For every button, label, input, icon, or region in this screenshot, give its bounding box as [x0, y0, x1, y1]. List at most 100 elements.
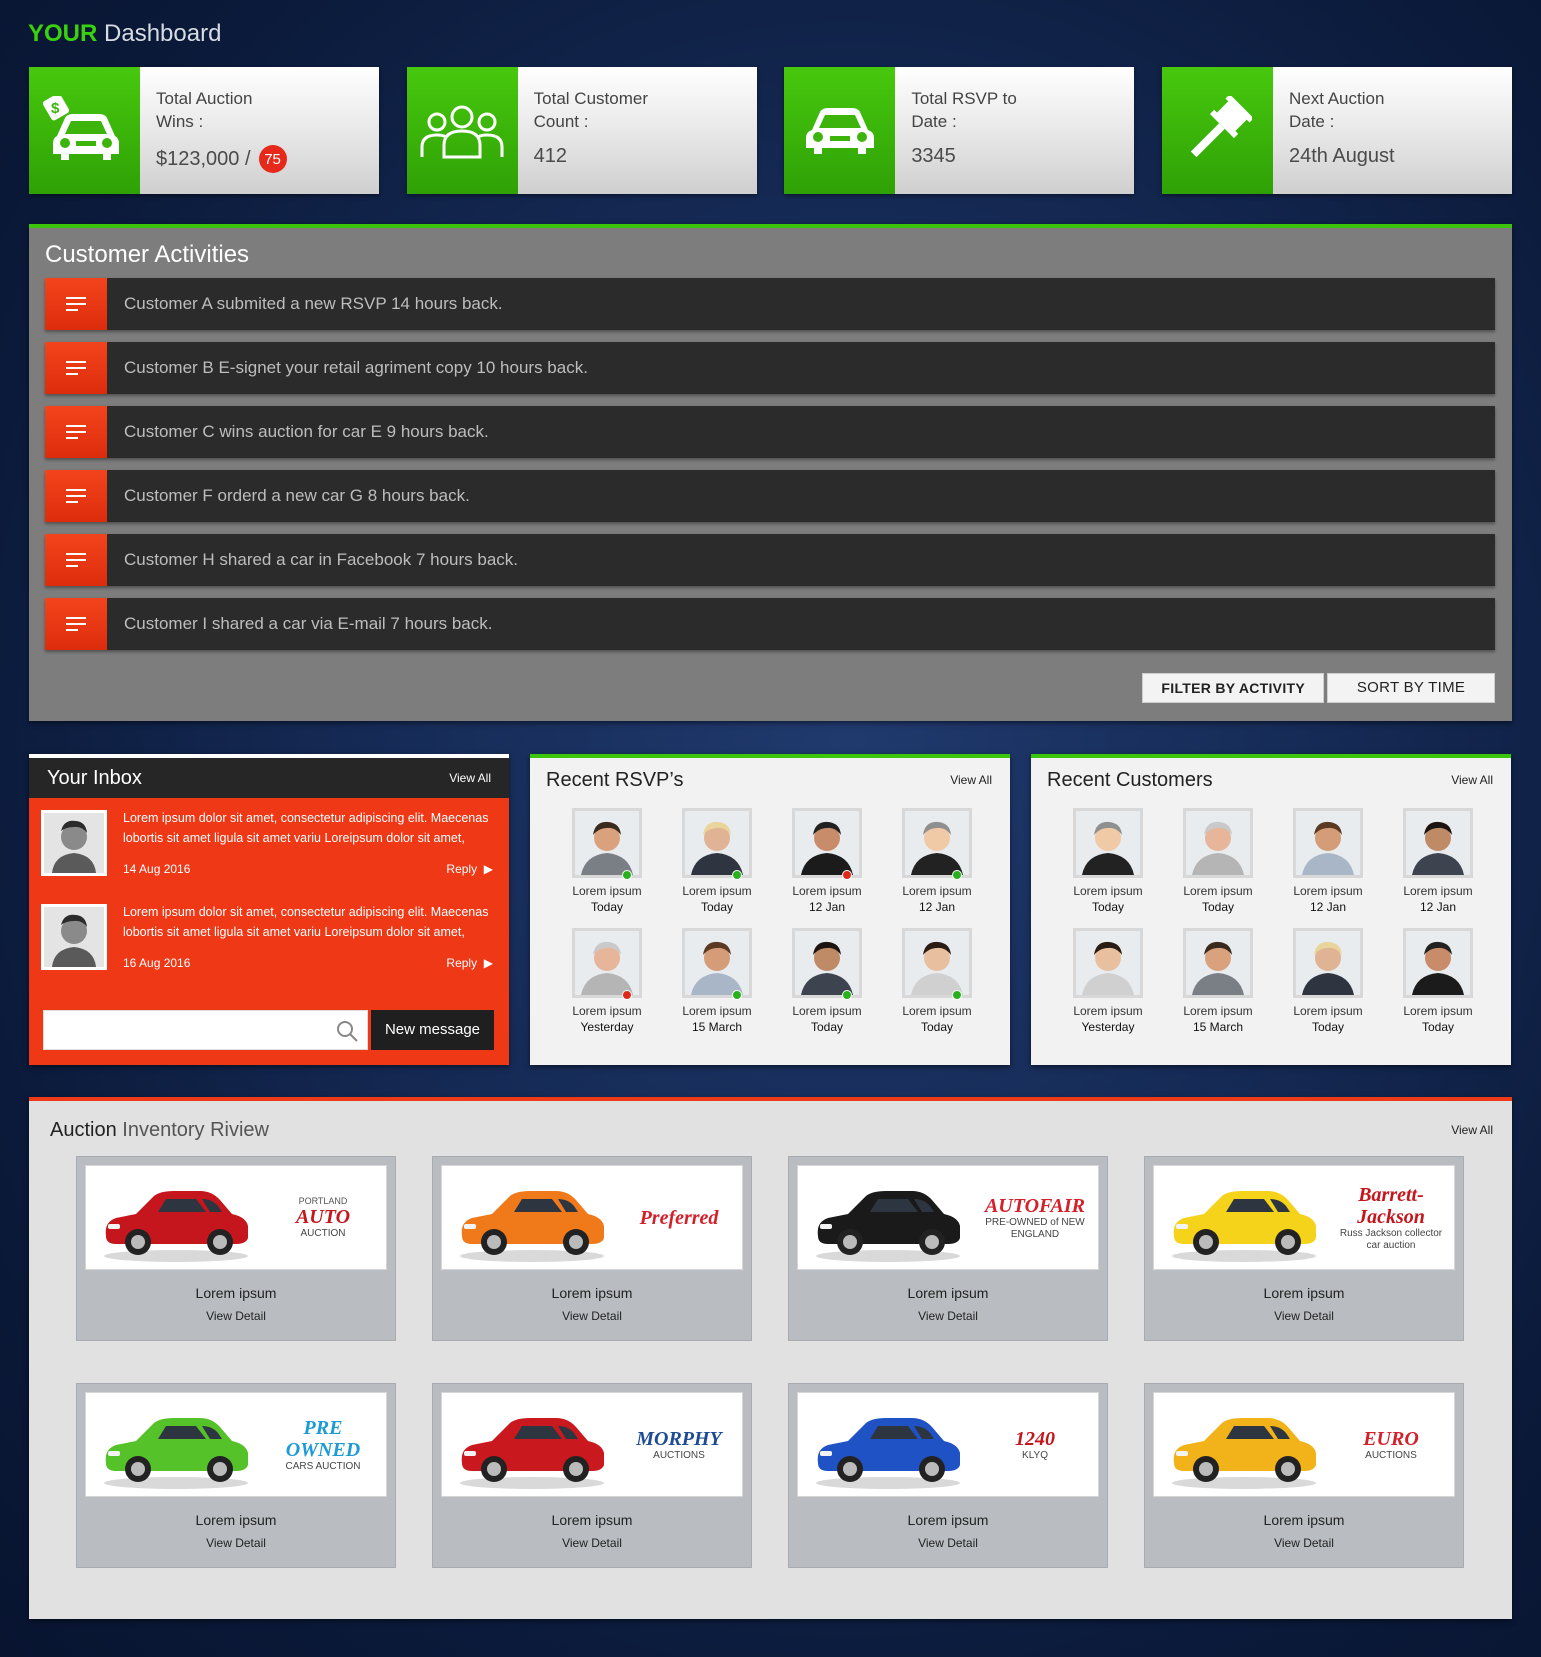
- person-card[interactable]: Lorem ipsum 15 March: [1163, 928, 1273, 1034]
- person-card[interactable]: Lorem ipsum 12 Jan: [1383, 808, 1493, 914]
- stat-card-customer-count[interactable]: Total Customer Count : 412: [406, 67, 757, 194]
- logo-line2: AUTO: [295, 1206, 351, 1228]
- activity-row[interactable]: Customer A submited a new RSVP 14 hours …: [45, 278, 1495, 330]
- inventory-card[interactable]: AUTOFAIR PRE-OWNED of NEW ENGLAND Lorem ip…: [788, 1156, 1108, 1341]
- person-card[interactable]: Lorem ipsum 12 Jan: [882, 808, 992, 914]
- view-detail-link[interactable]: View Detail: [1145, 1309, 1463, 1323]
- person-card[interactable]: Lorem ipsum Today: [1163, 808, 1273, 914]
- car-name: Lorem ipsum: [195, 1512, 277, 1528]
- view-all-link[interactable]: View All: [1451, 773, 1493, 787]
- status-dot: [952, 870, 962, 880]
- view-detail-link[interactable]: View Detail: [1145, 1536, 1463, 1550]
- new-message-button[interactable]: New message: [371, 1010, 494, 1050]
- view-detail-link[interactable]: View Detail: [433, 1309, 751, 1323]
- person-date: 12 Jan: [1309, 900, 1347, 914]
- dealer-logo: 1240 KLYQ: [976, 1407, 1094, 1483]
- stat-card-total-rsvp[interactable]: Total RSVP to Date : 3345: [784, 67, 1135, 194]
- person-name: Lorem ipsum: [1183, 1004, 1253, 1018]
- person-date: Today: [1421, 1020, 1455, 1034]
- stat-value: 24th August: [1289, 145, 1496, 168]
- view-all-link[interactable]: View All: [1451, 1123, 1493, 1137]
- person-card[interactable]: Lorem ipsum Today: [1383, 928, 1493, 1034]
- filter-by-activity-button[interactable]: FILTER BY ACTIVITY: [1142, 673, 1324, 703]
- activity-row[interactable]: Customer H shared a car in Facebook 7 ho…: [45, 534, 1495, 586]
- count-badge: 75: [258, 145, 287, 173]
- stat-label-line2: Date :: [911, 112, 957, 131]
- car-icon: [808, 1401, 968, 1496]
- stat-card-next-auction[interactable]: Next Auction Date : 24th August: [1161, 67, 1512, 194]
- inventory-card[interactable]: Barrett-Jackson Russ Jackson collector ca…: [1144, 1156, 1464, 1341]
- person-date: Today: [920, 1020, 954, 1034]
- activity-row[interactable]: Customer C wins auction for car E 9 hour…: [45, 406, 1495, 458]
- person-name: Lorem ipsum: [572, 1004, 642, 1018]
- dealer-logo: PRE OWNED CARS AUCTION: [264, 1407, 382, 1483]
- inventory-card[interactable]: PORTLAND AUTO AUCTION Lorem ipsum View Detai…: [76, 1156, 396, 1341]
- list-lines-icon: [45, 278, 107, 330]
- car-icon: [96, 1401, 256, 1496]
- person-date: Yesterday: [1081, 1020, 1135, 1034]
- car-image: EURO AUCTIONS: [1153, 1392, 1455, 1497]
- logo-line2: 1240: [1015, 1428, 1055, 1450]
- person-date: 15 March: [691, 1020, 743, 1034]
- person-card[interactable]: Lorem ipsum Yesterday: [552, 928, 662, 1034]
- avatar: [41, 810, 107, 876]
- stat-label: Total RSVP to Date :: [911, 87, 1118, 133]
- person-card[interactable]: Lorem ipsum 12 Jan: [772, 808, 882, 914]
- inbox-title-strong: Your: [47, 766, 88, 789]
- sort-by-time-button[interactable]: SORT BY TIME: [1327, 673, 1495, 703]
- car-image: 1240 KLYQ: [797, 1392, 1099, 1497]
- person-card[interactable]: Lorem ipsum Today: [552, 808, 662, 914]
- view-detail-link[interactable]: View Detail: [77, 1309, 395, 1323]
- reply-link[interactable]: Reply ▶: [446, 956, 493, 970]
- activity-text: Customer C wins auction for car E 9 hour…: [124, 422, 489, 441]
- person-card[interactable]: Lorem ipsum 12 Jan: [1273, 808, 1383, 914]
- activity-text: Customer B E-signet your retail agriment…: [124, 358, 588, 377]
- inventory-card[interactable]: PRE OWNED CARS AUCTION Lorem ipsum View Det…: [76, 1383, 396, 1568]
- person-date: Today: [810, 1020, 844, 1034]
- avatar: [1403, 808, 1473, 878]
- status-dot: [732, 870, 742, 880]
- person-card[interactable]: Lorem ipsum Today: [772, 928, 882, 1034]
- stat-card-auction-wins[interactable]: $ Total Auction Wins : $123,000 / 75: [29, 67, 379, 194]
- status-dot: [842, 870, 852, 880]
- activity-row[interactable]: Customer B E-signet your retail agriment…: [45, 342, 1495, 394]
- activity-text: Customer A submited a new RSVP 14 hours …: [124, 294, 503, 313]
- panel-title-rest: Inventory Riview: [122, 1119, 269, 1141]
- view-detail-link[interactable]: View Detail: [789, 1309, 1107, 1323]
- person-date: 12 Jan: [918, 900, 956, 914]
- list-lines-icon: [45, 598, 107, 650]
- person-card[interactable]: Lorem ipsum Yesterday: [1053, 928, 1163, 1034]
- stat-value-text: $123,000 /: [156, 147, 251, 170]
- person-card[interactable]: Lorem ipsum Today: [662, 808, 772, 914]
- users-icon: [406, 67, 518, 194]
- search-icon[interactable]: [335, 1019, 359, 1048]
- inventory-card[interactable]: Preferred Lorem ipsum View Detail: [432, 1156, 752, 1341]
- avatar: [1293, 808, 1363, 878]
- person-date: 15 March: [1192, 1020, 1244, 1034]
- dealer-logo: Barrett-Jackson Russ Jackson collector ca…: [1332, 1180, 1450, 1256]
- person-card[interactable]: Lorem ipsum Today: [882, 928, 992, 1034]
- person-name: Lorem ipsum: [1293, 1004, 1363, 1018]
- logo-line3: CARS AUCTION: [285, 1461, 361, 1472]
- avatar: [572, 808, 642, 878]
- list-lines-icon: [45, 342, 107, 394]
- view-detail-link[interactable]: View Detail: [789, 1536, 1107, 1550]
- view-all-link[interactable]: View All: [950, 773, 992, 787]
- inventory-card[interactable]: MORPHY AUCTIONS Lorem ipsum View Detail: [432, 1383, 752, 1568]
- person-card[interactable]: Lorem ipsum Today: [1273, 928, 1383, 1034]
- person-name: Lorem ipsum: [902, 884, 972, 898]
- reply-link[interactable]: Reply ▶: [446, 862, 493, 876]
- inventory-card[interactable]: EURO AUCTIONS Lorem ipsum View Detail: [1144, 1383, 1464, 1568]
- avatar: [682, 808, 752, 878]
- inventory-card[interactable]: 1240 KLYQ Lorem ipsum View Detail: [788, 1383, 1108, 1568]
- activity-row[interactable]: Customer I shared a car via E-mail 7 hou…: [45, 598, 1495, 650]
- view-all-link[interactable]: View All: [449, 771, 491, 785]
- view-detail-link[interactable]: View Detail: [77, 1536, 395, 1550]
- person-card[interactable]: Lorem ipsum 15 March: [662, 928, 772, 1034]
- activity-row[interactable]: Customer F orderd a new car G 8 hours ba…: [45, 470, 1495, 522]
- view-detail-link[interactable]: View Detail: [433, 1536, 751, 1550]
- search-input[interactable]: [44, 1011, 367, 1049]
- logo-line3: PRE-OWNED of NEW ENGLAND: [985, 1217, 1085, 1240]
- logo-line2: MORPHY: [636, 1428, 722, 1450]
- person-card[interactable]: Lorem ipsum Today: [1053, 808, 1163, 914]
